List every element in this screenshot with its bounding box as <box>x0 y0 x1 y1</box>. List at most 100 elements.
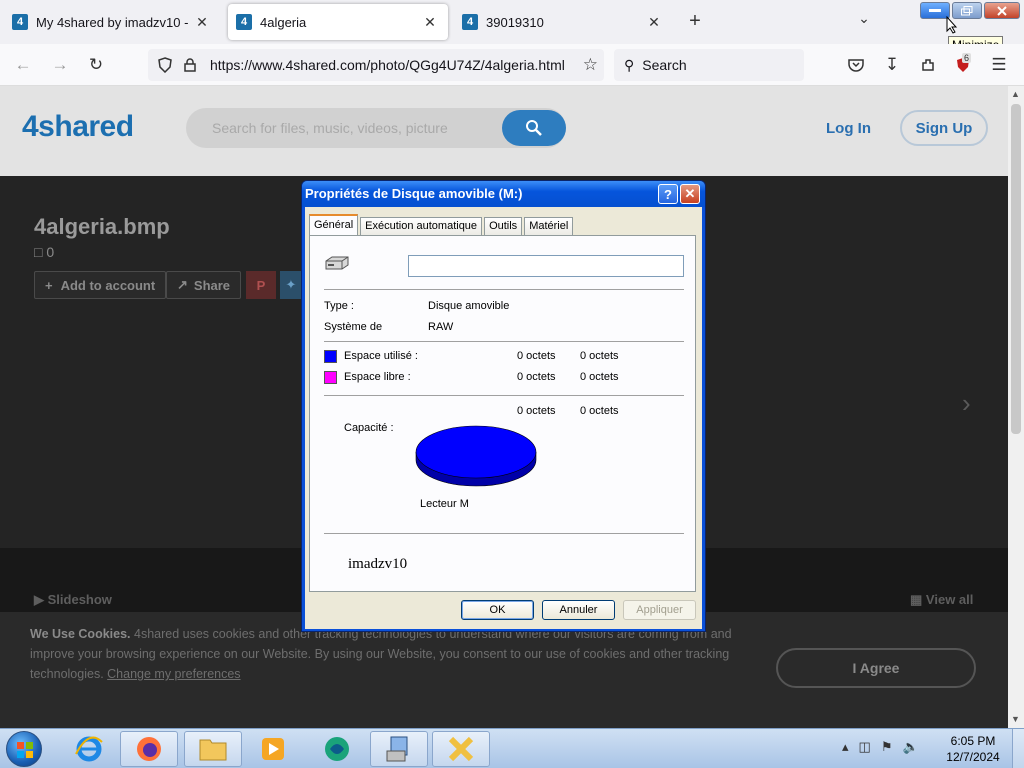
start-button[interactable] <box>6 731 42 767</box>
url-text[interactable]: https://www.4shared.com/photo/QGg4U74Z/4… <box>210 57 565 73</box>
share-icon: ↗ <box>177 277 188 292</box>
pinterest-button[interactable]: P <box>246 271 276 299</box>
cookie-agree-button[interactable]: I Agree <box>776 648 976 688</box>
next-image-chevron-icon[interactable]: › <box>962 388 971 419</box>
file-explorer-icon[interactable] <box>184 731 242 767</box>
browser-navbar: ← → ↻ https://www.4shared.com/photo/QGg4… <box>0 44 1024 86</box>
tab-4algeria[interactable]: 4 4algeria ✕ <box>228 4 448 40</box>
dialog-body: Général Exécution automatique Outils Mat… <box>305 207 702 629</box>
capacity-size: 0 octets <box>580 405 619 417</box>
slideshow-button[interactable]: ▶ Slideshow <box>34 592 112 608</box>
pocket-icon[interactable] <box>843 52 869 78</box>
used-space-bytes: 0 octets <box>517 350 556 362</box>
tracking-shield-icon[interactable] <box>158 57 174 73</box>
site-search-placeholder: Search for files, music, videos, picture <box>212 120 448 136</box>
minimize-icon <box>929 8 941 12</box>
apply-button[interactable]: Appliquer <box>623 600 696 620</box>
ok-button[interactable]: OK <box>461 600 534 620</box>
lock-icon[interactable] <box>184 58 200 72</box>
search-icon: ⚲ <box>624 56 635 73</box>
tab-hardware[interactable]: Matériel <box>524 217 574 235</box>
scroll-up-icon[interactable]: ▲ <box>1011 89 1020 99</box>
reload-icon[interactable]: ↻ <box>83 52 109 78</box>
4shared-logo[interactable]: 4shared <box>22 110 134 144</box>
close-icon <box>997 5 1007 16</box>
slideshow-label: Slideshow <box>47 592 112 607</box>
share-label: Share <box>193 277 231 293</box>
share-button[interactable]: ↗ Share <box>166 271 242 299</box>
volume-muted-icon[interactable]: 🔈 <box>902 739 918 755</box>
bookmark-star-icon[interactable]: ☆ <box>583 55 598 75</box>
used-space-size: 0 octets <box>580 350 619 362</box>
signup-button[interactable]: Sign Up <box>900 110 988 146</box>
scroll-down-icon[interactable]: ▼ <box>1011 714 1020 724</box>
extension-badge: 6 <box>962 53 972 63</box>
dialog-titlebar[interactable]: Propriétés de Disque amovible (M:) ? ✕ <box>302 181 705 207</box>
tab-39019310[interactable]: 4 39019310 ✕ <box>454 4 672 40</box>
dialog-help-button[interactable]: ? <box>658 184 678 204</box>
back-arrow-icon[interactable]: ← <box>10 52 36 78</box>
app-icon[interactable] <box>308 731 366 767</box>
add-to-account-button[interactable]: + Add to account <box>34 271 167 299</box>
type-label: Type : <box>324 300 354 312</box>
media-player-icon[interactable] <box>244 731 302 767</box>
network-icon[interactable]: ◫ <box>859 739 871 755</box>
drive-properties-icon[interactable] <box>370 731 428 767</box>
show-hidden-icons-icon[interactable]: ▴ <box>842 739 849 755</box>
view-all-label: View all <box>925 592 974 607</box>
firefox-icon[interactable] <box>120 731 178 767</box>
restore-icon <box>961 5 973 15</box>
downloads-icon[interactable]: ↧ <box>879 52 905 78</box>
drive-letter-label: Lecteur M <box>420 498 469 510</box>
window-close-button[interactable] <box>984 2 1020 19</box>
action-center-flag-icon[interactable]: ⚑ <box>881 739 893 755</box>
drive-name-input[interactable] <box>408 255 684 277</box>
window-controls <box>920 2 1020 19</box>
4shared-favicon-icon: 4 <box>236 14 252 30</box>
cancel-button[interactable]: Annuler <box>542 600 615 620</box>
site-search-button[interactable] <box>502 110 566 146</box>
scrollbar-thumb[interactable] <box>1011 104 1021 434</box>
site-search-input[interactable]: Search for files, music, videos, picture <box>186 108 566 148</box>
menu-hamburger-icon[interactable]: ☰ <box>986 52 1012 78</box>
list-all-tabs-chevron-icon[interactable]: ⌄ <box>854 10 874 32</box>
system-clock[interactable]: 6:05 PM 12/7/2024 <box>938 733 1008 765</box>
search-box[interactable]: ⚲ Search <box>614 49 804 81</box>
disk-name-text: imadzv10 <box>348 556 408 572</box>
plus-icon: + <box>45 277 53 293</box>
comment-count[interactable]: □ 0 <box>34 244 54 260</box>
show-desktop-button[interactable] <box>1012 729 1024 768</box>
search-icon <box>526 120 542 136</box>
new-tab-button[interactable]: + <box>684 10 706 32</box>
page-scrollbar[interactable]: ▲ ▼ <box>1008 86 1024 728</box>
tab-close-icon[interactable]: ✕ <box>192 14 212 31</box>
login-link[interactable]: Log In <box>826 120 871 137</box>
extensions-icon[interactable] <box>915 52 941 78</box>
clock-time: 6:05 PM <box>950 734 996 748</box>
tab-my-4shared[interactable]: 4 My 4shared by imadzv10 - 4sha ✕ <box>4 4 220 40</box>
twitter-bird-icon[interactable]: ✦ <box>280 271 302 299</box>
capacity-label: Capacité : <box>344 422 394 434</box>
browser-tab-strip: 4 My 4shared by imadzv10 - 4sha ✕ 4 4alg… <box>0 0 1024 44</box>
used-space-label: Espace utilisé : <box>344 350 418 362</box>
play-icon: ▶ <box>34 592 44 607</box>
tab-close-icon[interactable]: ✕ <box>644 14 664 31</box>
free-space-swatch <box>324 371 337 384</box>
type-value: Disque amovible <box>428 300 510 312</box>
capacity-bytes: 0 octets <box>517 405 556 417</box>
separator <box>324 395 684 396</box>
dialog-close-button[interactable]: ✕ <box>680 184 700 204</box>
separator <box>324 341 684 342</box>
mouse-cursor-icon <box>946 16 958 34</box>
internet-explorer-icon[interactable] <box>60 731 118 767</box>
tab-autoplay[interactable]: Exécution automatique <box>360 217 483 235</box>
view-all-button[interactable]: ▦ View all <box>910 592 973 608</box>
cookie-preferences-link[interactable]: Change my preferences <box>107 667 240 681</box>
address-bar[interactable]: https://www.4shared.com/photo/QGg4U74Z/4… <box>148 49 604 81</box>
tools-icon[interactable] <box>432 731 490 767</box>
tab-general[interactable]: Général <box>309 214 359 235</box>
tab-tools[interactable]: Outils <box>484 217 523 235</box>
forward-arrow-icon[interactable]: → <box>47 52 73 78</box>
file-title: 4algeria.bmp <box>34 214 170 239</box>
tab-close-icon[interactable]: ✕ <box>420 14 440 31</box>
